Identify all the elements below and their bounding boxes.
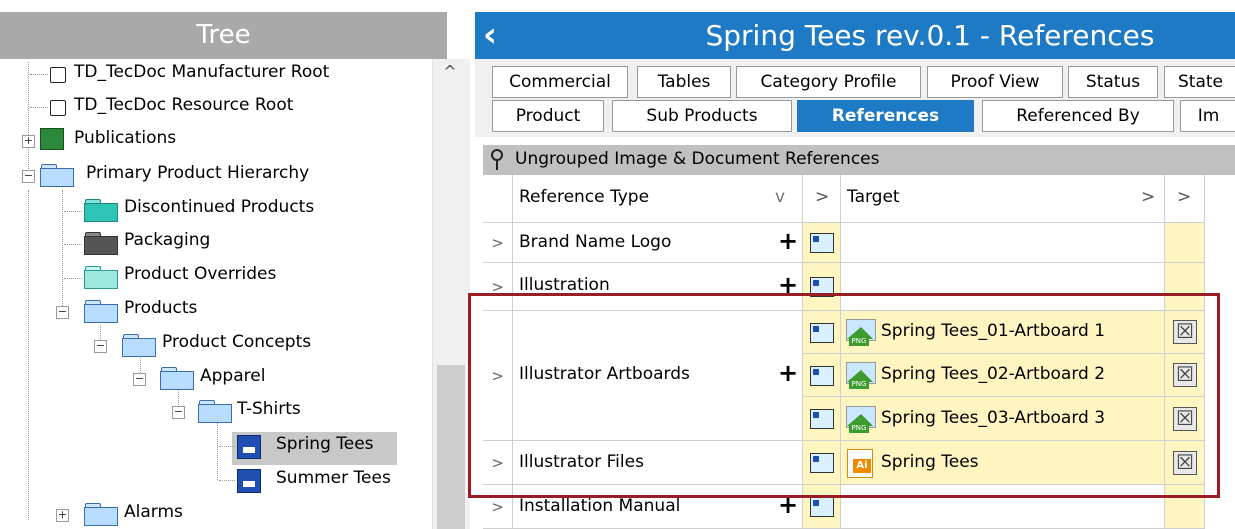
chevron-right-icon: > <box>1141 187 1156 207</box>
tree-node-label[interactable]: Packaging <box>124 230 210 250</box>
image-reference-icon <box>810 233 834 253</box>
root-node-icon <box>50 100 66 116</box>
folder-teal-icon <box>84 199 118 222</box>
chevron-left-icon[interactable]: ‹ <box>483 14 509 56</box>
column-header-label: Target <box>847 187 900 207</box>
tab-tables[interactable]: Tables <box>637 66 731 98</box>
tab-status[interactable]: Status <box>1068 66 1158 98</box>
tab-references[interactable]: References <box>797 100 974 132</box>
reference-type-label: Illustration <box>519 275 610 295</box>
tree-node-label[interactable]: TD_TecDoc Resource Root <box>74 95 293 115</box>
tree-guide-line <box>28 62 29 179</box>
column-header-extra[interactable]: > <box>1165 175 1205 223</box>
image-cell[interactable] <box>803 223 841 263</box>
tab-referenced-by[interactable]: Referenced By <box>982 100 1174 132</box>
collapse-icon[interactable]: − <box>56 306 69 319</box>
tree-header: Tree <box>0 12 447 59</box>
chevron-down-icon[interactable]: v <box>775 187 785 207</box>
tree-guide-line <box>217 422 218 480</box>
tree-node-label[interactable]: TD_TecDoc Manufacturer Root <box>74 62 329 82</box>
tree-scroll-thumb[interactable] <box>437 365 465 529</box>
reference-type-label: Installation Manual <box>519 496 681 516</box>
tree-node-label[interactable]: Spring Tees <box>276 434 374 454</box>
column-header-label: Reference Type <box>519 187 650 207</box>
publications-icon <box>40 128 64 150</box>
folder-icon <box>40 164 74 187</box>
folder-icon <box>122 334 156 357</box>
add-icon[interactable]: + <box>778 227 798 255</box>
column-header-reference-type[interactable]: Reference Type v <box>513 175 803 223</box>
pin-icon <box>491 149 503 170</box>
image-reference-icon <box>810 497 834 517</box>
root-node-icon <box>50 67 66 83</box>
tree-node-label[interactable]: Product Concepts <box>162 332 311 352</box>
folder-icon <box>84 503 118 526</box>
tree-guide-line <box>28 190 29 520</box>
tree-node-label[interactable]: T-Shirts <box>237 399 301 419</box>
table-row[interactable]: Brand Name Logo + <box>513 223 803 263</box>
tree-node-label[interactable]: Discontinued Products <box>124 197 314 217</box>
column-expand[interactable]: > <box>803 175 841 223</box>
tab-category-profile[interactable]: Category Profile <box>736 66 921 98</box>
extra-cell <box>1165 223 1205 263</box>
tree-guide-line <box>62 190 63 318</box>
scroll-up-arrow-icon[interactable]: ^ <box>440 62 460 82</box>
tab-im[interactable]: Im <box>1180 100 1235 132</box>
group-bar: Ungrouped Image & Document References <box>483 145 1235 175</box>
folder-icon <box>160 367 194 390</box>
highlight-annotation-box <box>468 293 1220 498</box>
chevron-right-icon: > <box>815 187 830 207</box>
tree-node-label[interactable]: Apparel <box>200 366 265 386</box>
folder-icon <box>198 400 232 423</box>
tree-node-label[interactable]: Summer Tees <box>276 468 391 488</box>
title-bar: ‹ Spring Tees rev.0.1 - References <box>475 12 1235 59</box>
chevron-right-icon: > <box>1177 187 1192 207</box>
collapse-icon[interactable]: − <box>22 170 35 183</box>
expand-icon[interactable]: + <box>56 509 69 522</box>
folder-icon <box>84 300 118 323</box>
tree-node-label[interactable]: Primary Product Hierarchy <box>86 163 309 183</box>
folder-light-teal-icon <box>84 266 118 289</box>
tree-node-label[interactable]: Publications <box>74 128 176 148</box>
tab-proof-view[interactable]: Proof View <box>927 66 1063 98</box>
collapse-icon[interactable]: − <box>94 340 107 353</box>
row-expand[interactable]: > <box>483 223 513 263</box>
product-icon <box>237 435 261 459</box>
group-label: Ungrouped Image & Document References <box>515 149 880 169</box>
expand-icon[interactable]: + <box>22 135 35 148</box>
tree-node-label[interactable]: Product Overrides <box>124 264 276 284</box>
reference-type-label: Brand Name Logo <box>519 232 672 252</box>
target-cell[interactable] <box>841 223 1165 263</box>
product-icon <box>237 469 261 493</box>
tab-product[interactable]: Product <box>492 100 604 132</box>
collapse-icon[interactable]: − <box>133 373 146 386</box>
window-title: Spring Tees rev.0.1 - References <box>705 19 1155 52</box>
tree-node-label[interactable]: Alarms <box>124 502 183 522</box>
column-header-target[interactable]: Target > <box>841 175 1165 223</box>
row-header-corner <box>483 175 513 223</box>
collapse-icon[interactable]: − <box>172 406 185 419</box>
tab-sub-products[interactable]: Sub Products <box>612 100 792 132</box>
folder-dark-icon <box>84 232 118 255</box>
tab-state[interactable]: State <box>1164 66 1235 98</box>
tab-commercial[interactable]: Commercial <box>492 66 628 98</box>
tree-node-label[interactable]: Products <box>124 298 197 318</box>
